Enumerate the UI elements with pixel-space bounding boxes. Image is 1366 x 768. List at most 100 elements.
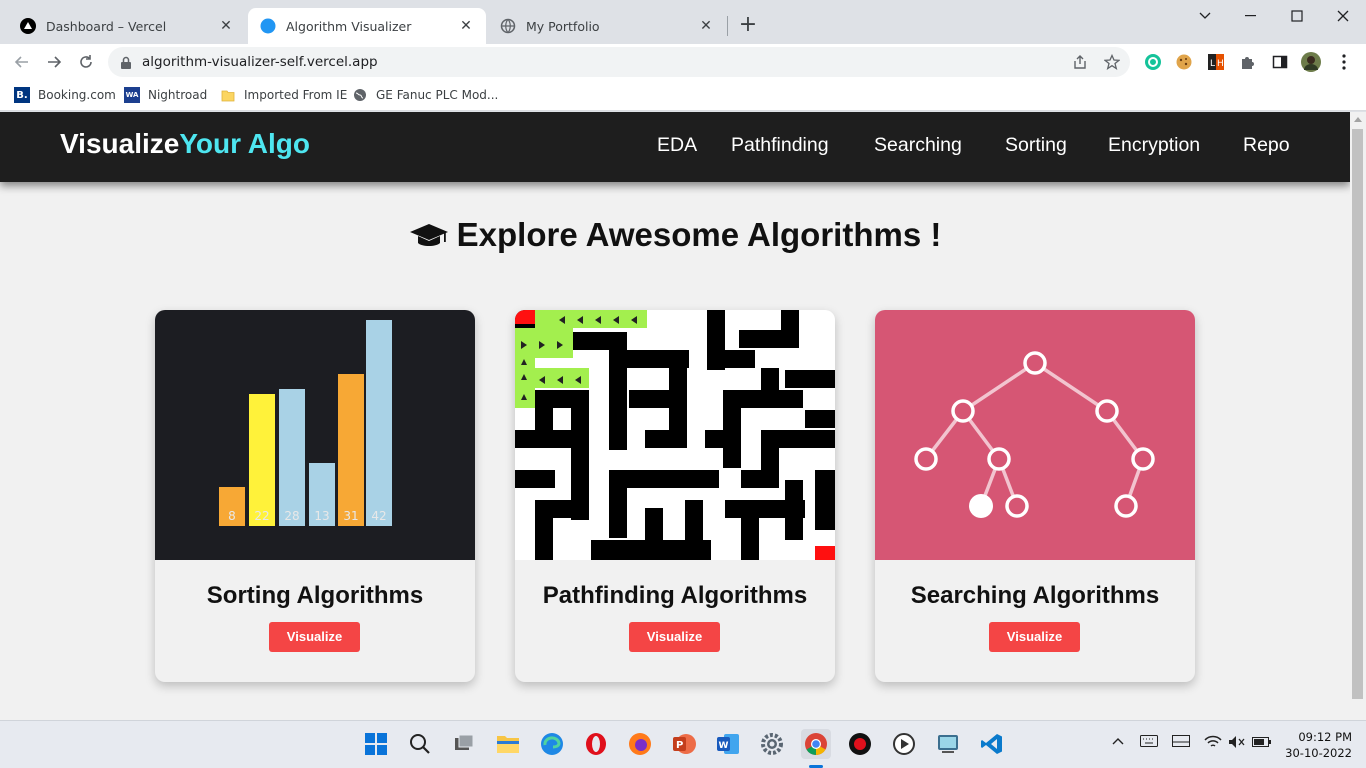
bookmark-star-icon[interactable]: [1103, 53, 1121, 70]
chevron-up-icon[interactable]: [1112, 735, 1124, 749]
heading-text: Explore Awesome Algorithms !: [456, 216, 942, 253]
clock-time: 09:12 PM: [1298, 730, 1352, 744]
site-navbar: VisualizeYour Algo EDA Pathfinding Searc…: [0, 112, 1350, 182]
bookmark-booking[interactable]: B. Booking.com: [14, 85, 116, 105]
close-tab-icon[interactable]: ✕: [218, 18, 234, 34]
bar-label: 31: [343, 509, 358, 523]
profile-avatar-icon[interactable]: [1301, 52, 1321, 72]
svg-text:L: L: [1210, 59, 1215, 69]
opera-icon[interactable]: [583, 731, 609, 757]
volume-muted-icon[interactable]: [1228, 735, 1246, 752]
firefox-icon[interactable]: [627, 731, 653, 757]
windows-start-icon[interactable]: [363, 731, 389, 757]
binary-tree-graphic: [914, 351, 1155, 518]
close-tab-icon[interactable]: ✕: [458, 18, 474, 34]
search-icon[interactable]: [407, 731, 433, 757]
sorting-illustration: 8 22 28 13 31 42: [155, 310, 475, 560]
keyboard-icon[interactable]: [1140, 735, 1158, 750]
grammarly-extension-icon[interactable]: [1143, 52, 1163, 72]
nav-sorting[interactable]: Sorting: [1005, 134, 1067, 157]
edge-icon[interactable]: [539, 731, 565, 757]
powerpoint-icon[interactable]: P: [671, 731, 697, 757]
bookmark-imported-from-ie[interactable]: Imported From IE: [220, 85, 347, 105]
windows-taskbar: P W 09:12 PM 30-10-2022: [0, 720, 1366, 768]
nav-eda[interactable]: EDA: [657, 134, 697, 157]
web-page: VisualizeYour Algo EDA Pathfinding Searc…: [0, 112, 1350, 720]
nav-searching[interactable]: Searching: [874, 134, 962, 157]
tab-algorithm-visualizer[interactable]: Algorithm Visualizer ✕: [248, 8, 486, 44]
card-searching: Searching Algorithms Visualize: [875, 310, 1195, 682]
bookmark-label: Imported From IE: [244, 88, 348, 102]
graduation-cap-icon: [409, 220, 449, 258]
card-title: Sorting Algorithms: [206, 582, 424, 609]
close-window-icon[interactable]: [1320, 0, 1366, 32]
bar-illustration: 8 22 28 13 31 42: [219, 320, 392, 526]
tab-title: Dashboard – Vercel: [46, 18, 167, 34]
globe-blue-icon: [260, 18, 276, 34]
bar-label: 22: [254, 509, 269, 523]
media-player-icon[interactable]: [891, 731, 917, 757]
svg-text:P: P: [676, 740, 683, 751]
display-icon[interactable]: [1172, 735, 1190, 752]
minimize-icon[interactable]: [1228, 0, 1274, 32]
bookmark-label: Booking.com: [38, 88, 116, 102]
address-bar[interactable]: algorithm-visualizer-self.vercel.app: [108, 47, 1130, 77]
logo-accent-text: Your Algo: [179, 128, 310, 159]
logo-main-text: Visualize: [60, 128, 180, 159]
close-tab-icon[interactable]: ✕: [698, 18, 714, 34]
page-heading: Explore Awesome Algorithms !: [0, 216, 1350, 258]
nav-repo[interactable]: Repo: [1243, 134, 1290, 157]
chrome-icon[interactable]: [801, 729, 831, 759]
scroll-up-icon[interactable]: [1354, 117, 1362, 122]
chevron-down-icon[interactable]: [1182, 0, 1228, 32]
word-icon[interactable]: W: [715, 731, 741, 757]
bookmark-ge-fanuc[interactable]: GE Fanuc PLC Mod...: [352, 85, 498, 105]
side-panel-icon[interactable]: [1270, 52, 1290, 72]
wifi-icon[interactable]: [1204, 735, 1222, 752]
bar: [249, 394, 275, 526]
new-tab-button[interactable]: +: [736, 12, 760, 40]
tab-my-portfolio[interactable]: My Portfolio ✕: [488, 8, 726, 44]
site-logo[interactable]: VisualizeYour Algo: [60, 128, 310, 160]
bookmark-nightroad[interactable]: WA Nightroad: [124, 85, 207, 105]
share-icon[interactable]: [1072, 54, 1088, 70]
tab-title: Algorithm Visualizer: [286, 18, 412, 34]
bar-label: 13: [314, 509, 329, 523]
lock-icon[interactable]: [120, 55, 132, 74]
file-explorer-icon[interactable]: [495, 731, 521, 757]
url-text[interactable]: algorithm-visualizer-self.vercel.app: [142, 54, 378, 70]
vscode-icon[interactable]: [979, 731, 1005, 757]
visualize-searching-button[interactable]: Visualize: [989, 622, 1080, 652]
card-pathfinding: Pathfinding Algorithms Visualize: [515, 310, 835, 682]
screen-recorder-icon[interactable]: [847, 731, 873, 757]
forward-icon[interactable]: [40, 48, 68, 76]
card-sorting: 8 22 28 13 31 42 Sorting Algorithms Visu…: [155, 310, 475, 682]
extensions-puzzle-icon[interactable]: [1238, 52, 1258, 72]
cookie-extension-icon[interactable]: [1174, 52, 1194, 72]
scrollbar-thumb[interactable]: [1352, 129, 1363, 699]
visualize-pathfinding-button[interactable]: Visualize: [629, 622, 720, 652]
folder-icon: [220, 87, 236, 103]
bar: [279, 389, 305, 526]
maximize-icon[interactable]: [1274, 0, 1320, 32]
task-view-icon[interactable]: [451, 731, 477, 757]
browser-toolbar: algorithm-visualizer-self.vercel.app LH: [0, 44, 1366, 80]
tab-dashboard[interactable]: Dashboard – Vercel ✕: [8, 8, 246, 44]
reload-icon[interactable]: [72, 48, 100, 76]
settings-gear-icon[interactable]: [759, 731, 785, 757]
kebab-menu-icon[interactable]: [1334, 52, 1354, 72]
snipping-tool-icon[interactable]: [935, 731, 961, 757]
lighthouse-extension-icon[interactable]: LH: [1206, 52, 1226, 72]
bar: [338, 374, 364, 526]
card-title: Pathfinding Algorithms: [542, 582, 808, 609]
back-icon[interactable]: [8, 48, 36, 76]
page-scrollbar[interactable]: [1350, 112, 1366, 720]
bookmark-label: Nightroad: [148, 88, 208, 102]
globe-icon: [500, 18, 516, 34]
taskbar-clock[interactable]: 09:12 PM 30-10-2022: [1282, 729, 1352, 761]
nav-pathfinding[interactable]: Pathfinding: [731, 134, 829, 157]
tab-strip: Dashboard – Vercel ✕ Algorithm Visualize…: [0, 0, 1366, 44]
battery-icon[interactable]: [1252, 735, 1272, 752]
nav-encryption[interactable]: Encryption: [1108, 134, 1200, 157]
visualize-sorting-button[interactable]: Visualize: [269, 622, 360, 652]
